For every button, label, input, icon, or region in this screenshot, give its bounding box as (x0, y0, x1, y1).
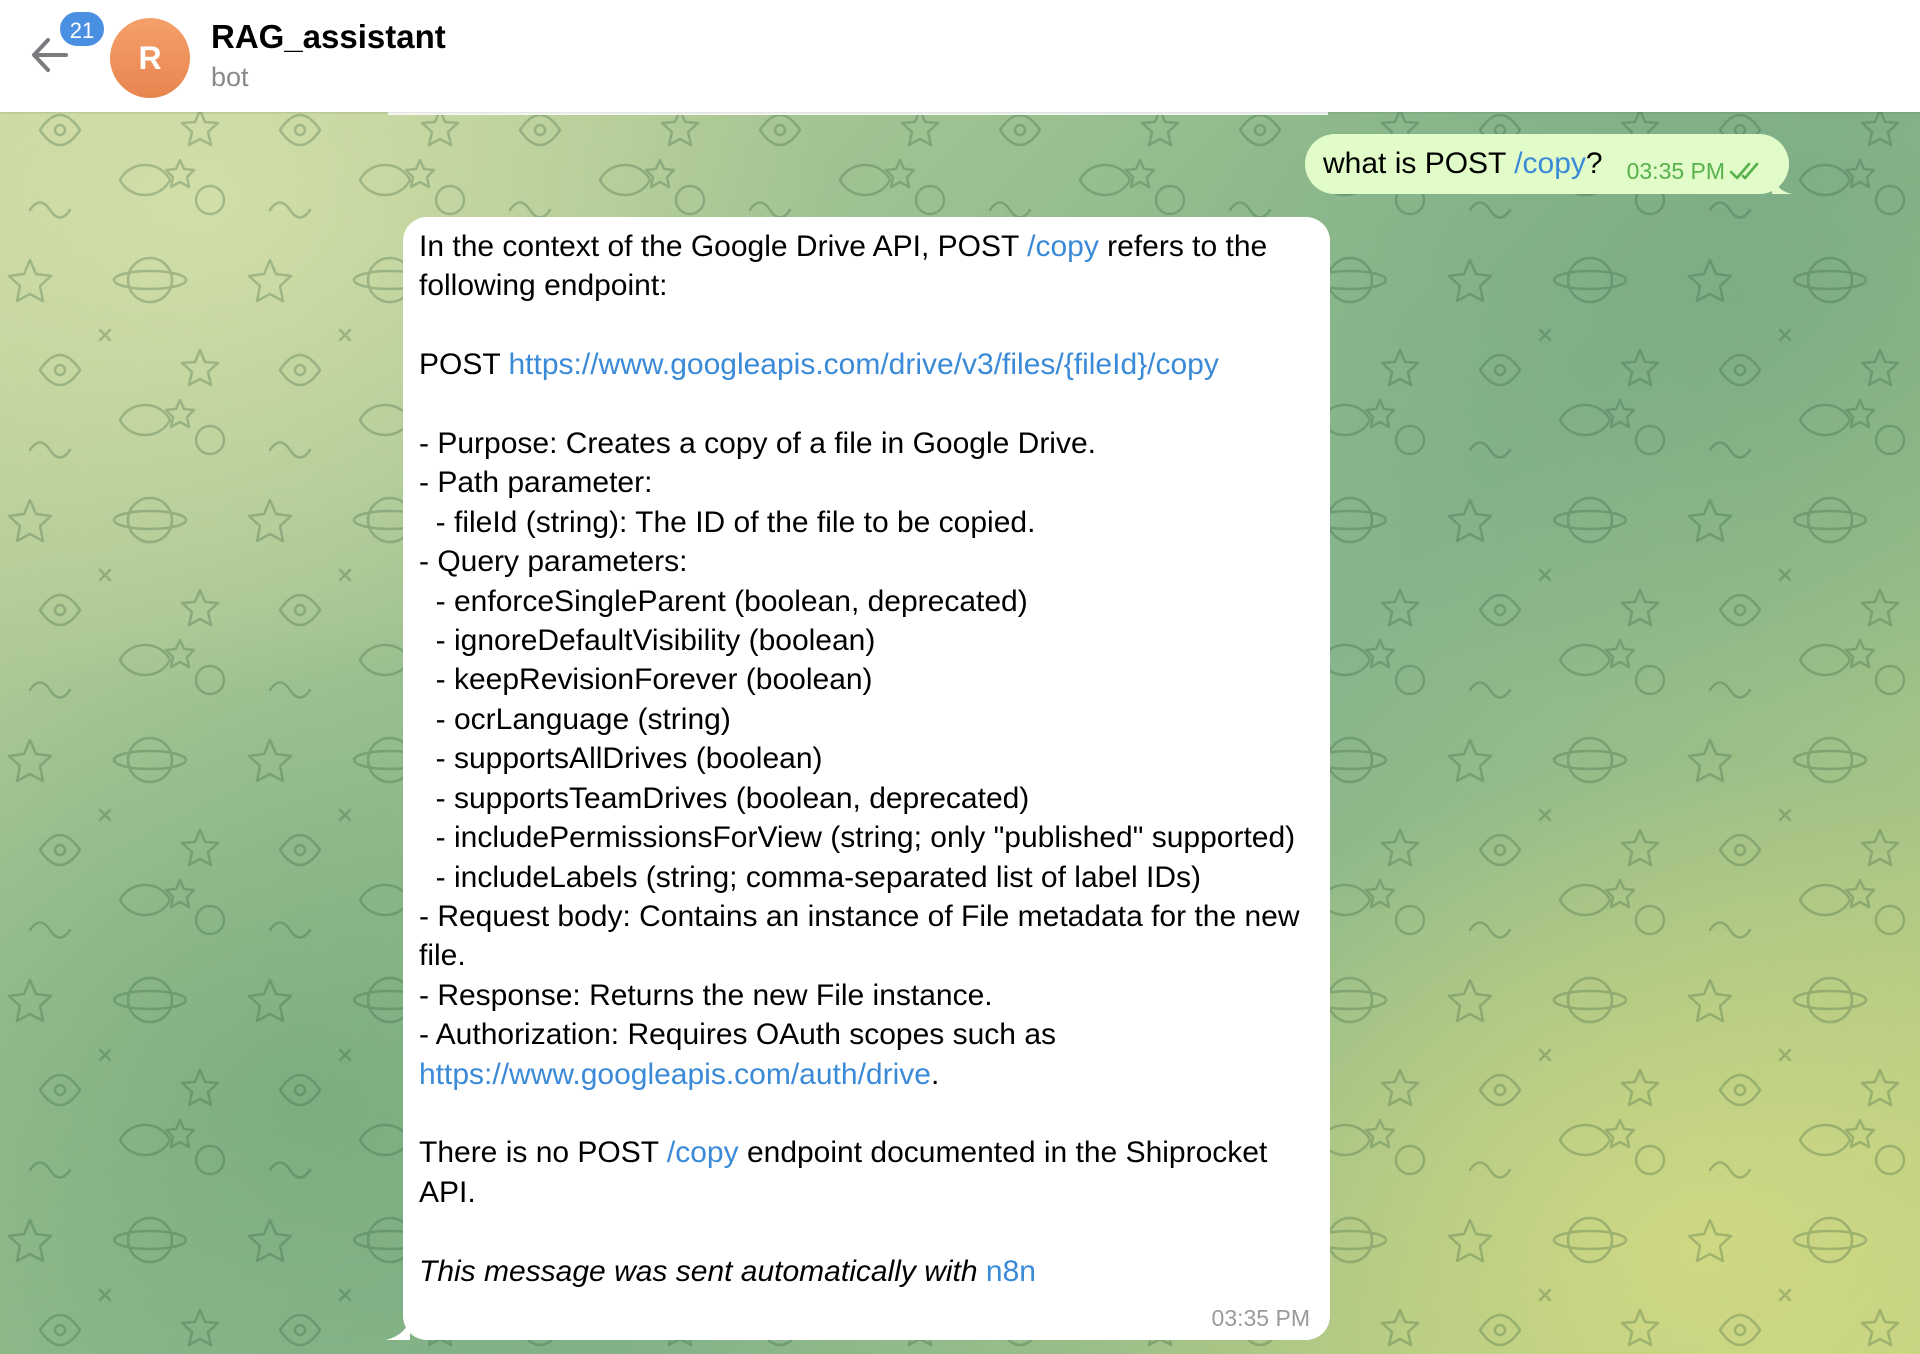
unread-badge: 21 (58, 10, 106, 48)
text-line: - Path parameter: (419, 466, 653, 500)
avatar[interactable]: R (110, 18, 190, 98)
text-line: - supportsAllDrives (boolean) (419, 742, 823, 776)
incoming-bubble-tail (386, 1316, 410, 1340)
text-line: - supportsTeamDrives (boolean, deprecate… (419, 781, 1030, 815)
previous-message-edge (388, 112, 1328, 115)
text-line: - fileId (string): The ID of the file to… (419, 505, 1036, 539)
text-line: - enforceSingleParent (boolean, deprecat… (419, 584, 1028, 618)
chat-title[interactable]: RAG_assistant (211, 18, 446, 56)
outgoing-message[interactable]: what is POST /copy? 03:35 PM (1305, 134, 1790, 194)
text-line: - ignoreDefaultVisibility (boolean) (419, 624, 876, 658)
auth-scope-link[interactable]: https://www.googleapis.com/auth/drive (419, 1058, 931, 1091)
outgoing-bubble-tail (1772, 172, 1792, 194)
footer-note: This message was sent automatically with (419, 1255, 986, 1288)
command-link[interactable]: /copy (1027, 230, 1099, 263)
text-part: In the context of the Google Drive API, … (419, 230, 1028, 263)
text-line: - ocrLanguage (string) (419, 702, 731, 736)
text-line: - includeLabels (string; comma-separated… (419, 860, 1201, 894)
footer-text: This message was sent automatically with (419, 1254, 986, 1288)
text-line: - keepRevisionForever (boolean) (419, 663, 873, 697)
incoming-message[interactable]: In the context of the Google Drive API, … (403, 217, 1330, 1340)
text-part: - Authorization: Requires OAuth scopes s… (419, 1018, 1065, 1052)
text-line: - Query parameters: (419, 545, 688, 579)
endpoint-url-link[interactable]: https://www.googleapis.com/drive/v3/file… (508, 348, 1218, 381)
outgoing-message-text: what is POST /copy? (1323, 147, 1603, 181)
text-part: There is no POST (419, 1136, 667, 1170)
outgoing-text-part: ? (1585, 147, 1603, 180)
text-line: - includePermissionsForView (string; onl… (419, 821, 1296, 855)
chat-subtitle: bot (211, 62, 249, 92)
n8n-link[interactable]: n8n (986, 1255, 1036, 1288)
incoming-time: 03:35 PM (1211, 1305, 1310, 1331)
chat-header: 21 R RAG_assistant bot (0, 0, 1920, 112)
outgoing-text-part: what is POST (1323, 147, 1515, 180)
outgoing-time: 03:35 PM (1626, 157, 1726, 184)
text-line: - Request body: Contains an instance of … (419, 899, 1308, 973)
text-line: - Response: Returns the new File instanc… (419, 978, 993, 1012)
text-line: - Purpose: Creates a copy of a file in G… (419, 427, 1096, 461)
incoming-message-text: In the context of the Google Drive API, … (419, 227, 1302, 1291)
text-part: . (930, 1057, 940, 1091)
text-part: POST (419, 348, 509, 382)
outgoing-command-link[interactable]: /copy (1514, 147, 1586, 180)
outgoing-message-meta: 03:35 PM (1627, 158, 1763, 185)
command-link[interactable]: /copy (667, 1136, 739, 1169)
double-check-icon (1729, 162, 1759, 180)
